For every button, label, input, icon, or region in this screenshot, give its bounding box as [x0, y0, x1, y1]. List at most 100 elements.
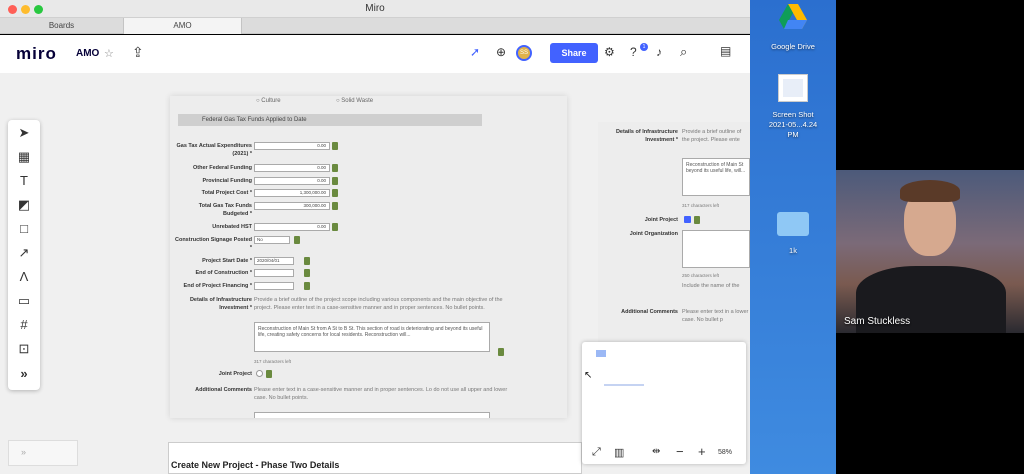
char-count: 317 characters left — [254, 359, 292, 364]
search-icon[interactable]: ⌕ — [680, 44, 687, 60]
minimap-viewport[interactable] — [596, 350, 606, 357]
help-button — [332, 164, 338, 172]
fit-to-screen-icon[interactable]: ⇹ — [652, 446, 660, 457]
field-input: 0.00 — [254, 177, 330, 185]
settings-sliders-icon[interactable]: ⚙ — [604, 45, 615, 59]
field-input: 0.00 — [254, 142, 330, 150]
help-button — [332, 177, 338, 185]
details-label: Details of Infrastructure Investment * — [189, 297, 252, 311]
field-input: 1,300,000.00 — [254, 189, 330, 197]
details-description: Provide a brief outline of the project s… — [254, 297, 503, 311]
upload-icon[interactable]: ⇪ — [132, 44, 144, 61]
joint-project-checkbox — [684, 216, 691, 223]
screenshot-file-label-text: Screen Shot 2021-05...4.24 PM — [768, 110, 818, 139]
tab-amo[interactable]: AMO — [124, 18, 242, 34]
folder-icon[interactable] — [777, 212, 809, 236]
details-label: Details of Infrastructure Investment * — [615, 129, 678, 143]
screenshot-file-icon[interactable] — [778, 74, 808, 102]
collapsed-panel-expand-icon[interactable]: » — [8, 440, 78, 466]
frame-tool-icon[interactable]: # — [8, 314, 40, 336]
zoom-in-button[interactable]: + — [698, 444, 706, 459]
end-construction-label: End of Construction * — [195, 270, 252, 276]
window-titlebar: Miro — [0, 0, 750, 18]
webcam-feed: Sam Stuckless — [836, 170, 1024, 333]
notes-icon[interactable]: ▤ — [720, 44, 731, 58]
tab-boards[interactable]: Boards — [0, 18, 124, 34]
google-drive-icon[interactable] — [779, 4, 807, 30]
joint-project-label: Joint Project — [218, 371, 252, 377]
radio-solid-waste-label: Solid Waste — [341, 98, 374, 104]
text-tool-icon[interactable]: T — [8, 170, 40, 192]
select-tool-icon[interactable]: ➤ — [8, 122, 40, 144]
minimap[interactable]: ↖ ⤢ ▥ ⇹ − + 58% — [582, 342, 746, 464]
help-button — [294, 236, 300, 244]
help-button — [304, 269, 310, 277]
star-icon[interactable]: ☆ — [104, 47, 114, 60]
details-textarea: Reconstruction of Main St beyond its use… — [682, 158, 750, 196]
radio-solid-waste: ○ Solid Waste — [336, 98, 374, 104]
cursor-filter-icon[interactable]: ➚ — [470, 45, 480, 59]
radio-culture-label: Culture — [261, 98, 281, 104]
help-button — [498, 348, 504, 356]
org-char-count: 250 characters left — [682, 273, 720, 278]
map-icon[interactable]: ▥ — [614, 446, 624, 459]
start-date-label: Project Start Date * — [202, 258, 252, 264]
zoom-level[interactable]: 58% — [718, 449, 732, 456]
shape-tool-icon[interactable]: □ — [8, 218, 40, 240]
end-construction-input — [254, 269, 294, 277]
help-icon[interactable]: ? — [630, 45, 637, 59]
form-screenshot[interactable]: ○ Culture ○ Solid Waste Federal Gas Tax … — [170, 96, 567, 418]
comments-description: Please enter text in a lower case. No bu… — [682, 309, 749, 323]
section-header: Federal Gas Tax Funds Applied to Date — [178, 114, 482, 126]
miro-header: miro AMO ☆ ⇪ ➚ ⊕ SS Share ⚙ ? 1 ♪ ⌕ ▤ — [0, 35, 750, 73]
joint-project-label: Joint Project — [644, 217, 678, 223]
folder-label: 1k — [789, 246, 797, 255]
share-button[interactable]: Share — [550, 43, 598, 63]
board-name[interactable]: AMO — [76, 48, 99, 59]
notification-badge: 1 — [640, 43, 648, 51]
sticky-note-icon[interactable]: ◩ — [8, 194, 40, 216]
joint-org-label: Joint Organization — [629, 231, 678, 237]
comment-icon[interactable]: ▭ — [8, 290, 40, 312]
browser-tab-bar: Boards AMO — [0, 18, 750, 34]
char-count: 317 characters left — [682, 203, 720, 208]
add-collaborator-icon[interactable]: ⊕ — [496, 45, 506, 59]
help-button — [332, 202, 338, 210]
details-textarea: Reconstruction of Main St from A St to B… — [254, 322, 490, 352]
field-label: Provincial Funding — [202, 178, 252, 184]
bottom-frame-title: Create New Project - Phase Two Details — [171, 460, 340, 470]
zoom-out-button[interactable]: − — [676, 444, 684, 459]
comments-label: Additional Comments — [195, 387, 252, 393]
left-toolbar: ➤ ▦ T ◩ □ ↗ Ʌ ▭ # ⊡ » — [8, 120, 40, 390]
help-button — [332, 189, 338, 197]
signage-select: No — [254, 236, 290, 244]
templates-icon[interactable]: ▦ — [8, 146, 40, 168]
pen-tool-icon[interactable]: Ʌ — [8, 266, 40, 288]
field-label: Total Gas Tax Funds Budgeted * — [198, 203, 252, 217]
help-button — [694, 216, 700, 224]
comments-textarea — [254, 412, 490, 418]
upload-tool-icon[interactable]: ⊡ — [8, 338, 40, 360]
comments-label: Additional Comments — [621, 309, 678, 315]
google-drive-label: Google Drive — [771, 42, 815, 51]
screenshot-file-label: Screen Shot 2021-05...4.24 PM — [750, 110, 836, 140]
field-input: 0.00 — [254, 223, 330, 231]
help-button — [304, 282, 310, 290]
miro-logo[interactable]: miro — [16, 44, 57, 64]
mouse-cursor-icon: ↖ — [584, 370, 593, 381]
avatar[interactable]: SS — [516, 45, 532, 61]
connector-icon[interactable]: ↗ — [8, 242, 40, 264]
bottom-frame[interactable]: Create New Project - Phase Two Details — [168, 442, 582, 474]
form-screenshot-right[interactable]: Details of Infrastructure Investment * P… — [598, 122, 750, 342]
end-financing-label: End of Project Financing * — [183, 283, 252, 289]
fullscreen-icon[interactable]: ⤢ — [592, 446, 601, 459]
bell-icon[interactable]: ♪ — [656, 45, 662, 59]
comments-description: Please enter text in a case-sensitive ma… — [254, 387, 508, 401]
field-input: 300,000.00 — [254, 202, 330, 210]
window-title: Miro — [365, 3, 385, 14]
field-label: Total Project Cost * — [201, 190, 252, 196]
end-financing-input — [254, 282, 294, 290]
minimap-content — [604, 384, 644, 386]
more-tools-icon[interactable]: » — [8, 363, 40, 385]
help-button — [332, 223, 338, 231]
